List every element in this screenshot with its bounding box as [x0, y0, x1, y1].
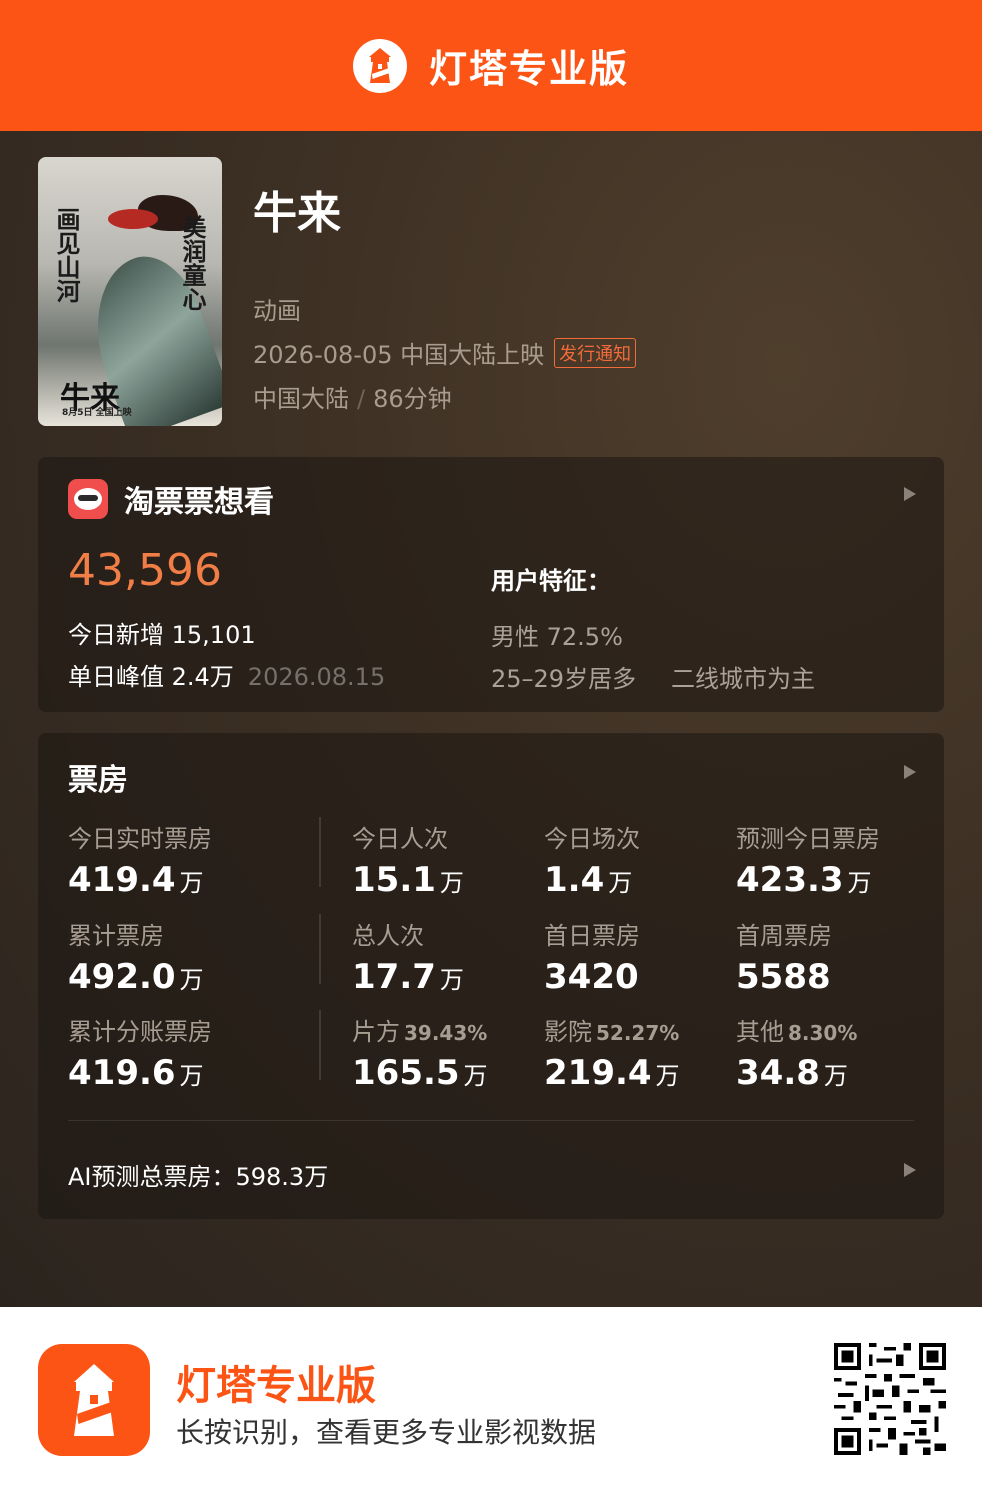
- stat-label: 总人次: [352, 922, 424, 950]
- user-city: 二线城市为主: [671, 665, 815, 693]
- app-logo-icon: [38, 1344, 150, 1456]
- stat-value: 5588: [736, 957, 831, 997]
- qr-code[interactable]: [834, 1343, 946, 1455]
- movie-region: 中国大陆: [253, 385, 349, 413]
- user-features-title: 用户特征：: [491, 567, 611, 595]
- arrow-right-icon[interactable]: [904, 765, 916, 779]
- stat-today-screenings: 今日场次 1.4 万: [544, 819, 640, 900]
- want-to-see-card[interactable]: 淘票票想看 43,596 今日新增 15,101 单日峰值 2.4万 2026.0…: [38, 457, 944, 712]
- movie-release: 2026-08-05 中国大陆上映 发行通知: [253, 335, 637, 370]
- want-count: 43,596: [68, 545, 222, 596]
- divider: [68, 1120, 914, 1121]
- stat-value: 423.3 万: [736, 860, 872, 900]
- poster-vertical-text-right: 美润童心: [178, 215, 207, 311]
- stat-forecast-today: 预测今日票房 423.3 万: [736, 819, 880, 900]
- stat-value: 165.5 万: [352, 1053, 488, 1093]
- app-header: 灯塔专业版: [0, 0, 982, 131]
- stat-label: 其他 8.30%: [736, 1018, 858, 1046]
- lighthouse-logo-icon: [352, 38, 407, 93]
- stat-total-box-office: 累计票房 492.0 万: [68, 916, 204, 997]
- stat-label: 首日票房: [544, 922, 640, 950]
- arrow-right-icon[interactable]: [904, 487, 916, 501]
- stat-label: 首周票房: [736, 922, 832, 950]
- stat-today-realtime: 今日实时票房 419.4 万: [68, 819, 212, 900]
- column-divider: [319, 817, 321, 887]
- stat-other-share: 其他 8.30% 34.8 万: [736, 1012, 857, 1093]
- stat-first-week: 首周票房 5588: [736, 916, 835, 997]
- info-separator: /: [357, 385, 366, 413]
- poster-date: 8月5日 全国上映: [62, 408, 132, 418]
- want-today-new: 今日新增 15,101: [68, 621, 256, 649]
- movie-detail-panel: 画见山河 美润童心 牛来 8月5日 全国上映 牛来 动画 2026-08-05 …: [0, 131, 982, 1307]
- want-peak-label: 单日峰值 2.4万: [68, 663, 234, 691]
- footer-brand: 灯塔专业版: [176, 1363, 376, 1409]
- box-office-title: 票房: [68, 763, 128, 798]
- stat-producer-share: 片方 39.43% 165.5 万: [352, 1012, 488, 1093]
- stat-value: 492.0 万: [68, 957, 204, 997]
- want-card-header: 淘票票想看: [68, 477, 274, 521]
- taopiaopiao-icon: [68, 479, 108, 519]
- want-peak-date: 2026.08.15: [247, 663, 386, 691]
- stat-value: 419.4 万: [68, 860, 204, 900]
- stat-value: 219.4 万: [544, 1053, 680, 1093]
- poster-vertical-text-left: 画见山河: [52, 207, 81, 303]
- stat-value: 15.1 万: [352, 860, 464, 900]
- release-notice-badge[interactable]: 发行通知: [554, 337, 637, 368]
- stat-label: 累计分账票房: [68, 1018, 212, 1046]
- ai-forecast-total[interactable]: AI预测总票房：598.3万: [68, 1157, 328, 1192]
- user-gender: 男性 72.5%: [491, 623, 623, 651]
- stat-value: 1.4 万: [544, 860, 633, 900]
- stat-label: 今日场次: [544, 825, 640, 853]
- want-peak: 单日峰值 2.4万 2026.08.15: [68, 657, 385, 692]
- column-divider: [319, 914, 321, 984]
- stat-label: 预测今日票房: [736, 825, 880, 853]
- movie-poster[interactable]: 画见山河 美润童心 牛来 8月5日 全国上映: [38, 157, 222, 426]
- stat-value: 34.8 万: [736, 1053, 848, 1093]
- stat-cinema-share: 影院 52.27% 219.4 万: [544, 1012, 680, 1093]
- movie-duration: 86分钟: [373, 385, 452, 413]
- footer-slogan: 长按识别，查看更多专业影视数据: [176, 1416, 597, 1449]
- movie-region-duration: 中国大陆 /86分钟: [253, 379, 452, 414]
- box-office-card[interactable]: 票房 今日实时票房 419.4 万 今日人次 15.1 万 今日场次 1.4 万 预测…: [38, 733, 944, 1219]
- movie-title: 牛来: [253, 188, 341, 239]
- column-divider: [319, 1010, 321, 1080]
- stat-today-admissions: 今日人次 15.1 万: [352, 819, 464, 900]
- stat-label: 今日实时票房: [68, 825, 212, 853]
- stat-label: 影院 52.27%: [544, 1018, 680, 1046]
- want-card-title: 淘票票想看: [124, 485, 274, 520]
- footer-banner: 灯塔专业版 长按识别，查看更多专业影视数据: [0, 1307, 982, 1494]
- movie-genre: 动画: [253, 297, 301, 325]
- stat-label: 累计票房: [68, 922, 164, 950]
- stat-first-day: 首日票房 3420: [544, 916, 643, 997]
- user-age: 25–29岁居多: [491, 665, 637, 693]
- stat-label: 今日人次: [352, 825, 448, 853]
- stat-label: 片方 39.43%: [352, 1018, 488, 1046]
- stat-value: 17.7 万: [352, 957, 464, 997]
- stat-total-admissions: 总人次 17.7 万: [352, 916, 464, 997]
- stat-value: 3420: [544, 957, 639, 997]
- arrow-right-icon[interactable]: [904, 1163, 916, 1177]
- app-title: 灯塔专业版: [428, 47, 629, 91]
- stat-total-split: 累计分账票房 419.6 万: [68, 1012, 212, 1093]
- release-date: 2026-08-05 中国大陆上映: [253, 341, 545, 369]
- stat-value: 419.6 万: [68, 1053, 204, 1093]
